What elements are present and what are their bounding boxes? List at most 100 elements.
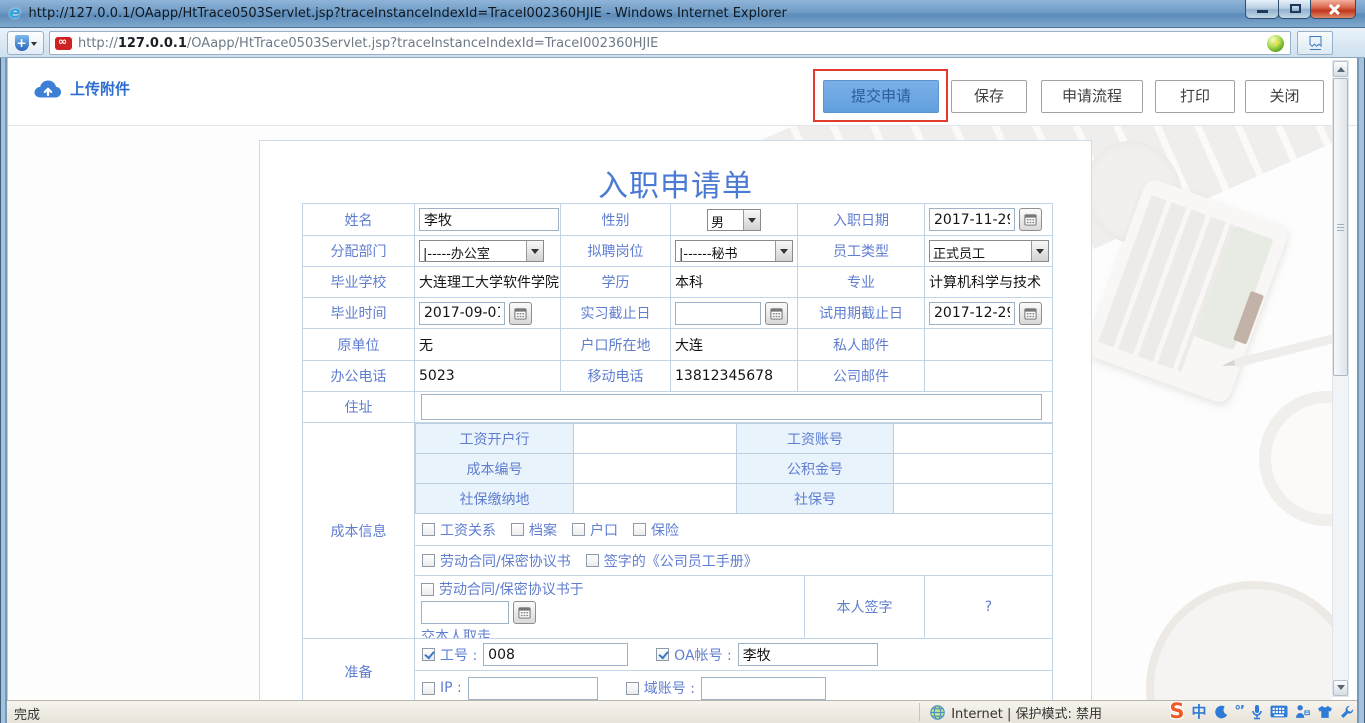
security-zone: Internet | 保护模式: 禁用: [919, 703, 1102, 721]
arrow-up-icon: [1337, 63, 1345, 72]
status-text: 完成: [14, 704, 40, 723]
agreement-checkbox[interactable]: [421, 583, 434, 596]
application-flow-button[interactable]: 申请流程: [1041, 80, 1143, 113]
salary-bank-label: 工资开户行: [416, 424, 574, 454]
personal-email-value: [925, 329, 1053, 361]
labor-contract-checkbox[interactable]: [422, 554, 435, 567]
insurance-checkbox[interactable]: [633, 523, 646, 536]
scroll-up-button[interactable]: [1333, 61, 1348, 77]
probation-deadline-cell: [925, 298, 1053, 329]
department-cell: |-----办公室: [415, 236, 561, 267]
oa-account-checkbox[interactable]: [656, 648, 669, 661]
domain-account-checkbox[interactable]: [626, 682, 639, 695]
oa-account-input[interactable]: [738, 643, 878, 666]
toolbox-wrench-icon[interactable]: [1340, 705, 1354, 719]
compatibility-view-button[interactable]: [1297, 31, 1333, 55]
punctuation-mode-icon[interactable]: °’: [1235, 704, 1244, 719]
ip-option[interactable]: IP :: [422, 680, 462, 696]
fund-number-input-cell[interactable]: [894, 454, 1053, 484]
url-field[interactable]: http://127.0.0.1/OAapp/HtTrace0503Servle…: [49, 31, 1291, 55]
labor-contract-option[interactable]: 劳动合同/保密协议书: [422, 551, 571, 571]
employee-no-input[interactable]: [483, 643, 628, 666]
agreement-cell: 劳动合同/保密协议书于 交本人取走: [415, 576, 805, 638]
salary-account-label: 工资账号: [737, 424, 894, 454]
hukou-checkbox[interactable]: [572, 523, 585, 536]
cloud-upload-icon: [33, 78, 63, 99]
domain-account-option[interactable]: 域账号 :: [626, 678, 695, 698]
ss-number-input-cell[interactable]: [894, 484, 1053, 514]
salary-relation-option[interactable]: 工资关系: [422, 520, 496, 540]
agreement-date-calendar-button[interactable]: [513, 601, 536, 624]
sogou-logo-icon[interactable]: S: [1169, 701, 1184, 722]
select-arrow-icon: [775, 241, 792, 261]
intern-deadline-cell: [671, 298, 798, 329]
employee-no-option[interactable]: 工号 :: [422, 645, 477, 665]
minimize-button[interactable]: [1245, 0, 1279, 19]
salary-bank-input-cell[interactable]: [574, 424, 737, 454]
skin-shirt-icon[interactable]: [1317, 705, 1333, 719]
archive-option[interactable]: 档案: [511, 520, 557, 540]
hire-date-input[interactable]: [929, 208, 1015, 231]
probation-deadline-calendar-button[interactable]: [1019, 302, 1042, 325]
safety-orb-icon[interactable]: [1267, 35, 1284, 52]
education-label: 学历: [561, 267, 671, 298]
maximize-button[interactable]: [1278, 0, 1311, 19]
upload-attachment-label: 上传附件: [70, 78, 130, 99]
cost-number-input-cell[interactable]: [574, 454, 737, 484]
save-button[interactable]: 保存: [951, 80, 1027, 113]
probation-deadline-input[interactable]: [929, 302, 1015, 325]
office-phone-label: 办公电话: [303, 361, 415, 392]
form-panel: 入职申请单 姓名 性别 男 入职日期 分配部门: [259, 140, 1092, 700]
close-page-button[interactable]: 关闭: [1245, 80, 1324, 113]
intern-deadline-input[interactable]: [675, 302, 761, 325]
agreement-date-input[interactable]: [421, 601, 509, 624]
address-input[interactable]: [421, 394, 1042, 420]
insurance-option[interactable]: 保险: [633, 520, 679, 540]
title-bar[interactable]: e http://127.0.0.1/OAapp/HtTrace0503Serv…: [0, 0, 1365, 28]
oa-account-option[interactable]: OA帐号 :: [656, 645, 732, 665]
handbook-option[interactable]: 签字的《公司员工手册》: [586, 551, 758, 571]
intern-deadline-calendar-button[interactable]: [765, 302, 788, 325]
salary-account-input-cell[interactable]: [894, 424, 1053, 454]
ip-checkbox[interactable]: [422, 682, 435, 695]
name-input[interactable]: [419, 208, 559, 231]
scroll-down-button[interactable]: [1333, 680, 1348, 696]
soft-keyboard-icon[interactable]: [1270, 705, 1288, 718]
upload-attachment-link[interactable]: 上传附件: [33, 78, 130, 99]
microphone-icon[interactable]: [1251, 704, 1263, 720]
employee-no-checkbox[interactable]: [422, 648, 435, 661]
moon-icon[interactable]: [1214, 705, 1228, 719]
hire-date-calendar-button[interactable]: [1019, 208, 1042, 231]
department-select[interactable]: |-----办公室: [419, 240, 544, 262]
prepare-row-1: 工号 : OA帐号 :: [415, 639, 1052, 671]
document-checkbox-row: 劳动合同/保密协议书 签字的《公司员工手册》: [415, 546, 1052, 576]
residence-label: 户口所在地: [561, 329, 671, 361]
signature-help-link[interactable]: ?: [925, 576, 1052, 638]
salary-relation-checkbox[interactable]: [422, 523, 435, 536]
vertical-scrollbar[interactable]: [1332, 60, 1349, 697]
personal-email-label: 私人邮件: [798, 329, 925, 361]
chinese-mode-icon[interactable]: 中: [1192, 701, 1207, 722]
scrollbar-thumb[interactable]: [1333, 78, 1348, 376]
input-assistant-icon[interactable]: [1295, 704, 1310, 719]
cost-section: 工资开户行 工资账号 成本编号 公积金号: [415, 423, 1053, 639]
position-select[interactable]: |------秘书: [675, 240, 793, 262]
cost-number-label: 成本编号: [416, 454, 574, 484]
graduation-date-calendar-button[interactable]: [509, 302, 532, 325]
hukou-option[interactable]: 户口: [572, 520, 618, 540]
favorites-add-button[interactable]: +: [7, 31, 44, 55]
graduation-date-input[interactable]: [419, 302, 505, 325]
form-title: 入职申请单: [260, 161, 1091, 205]
employee-type-cell: 正式员工: [925, 236, 1053, 267]
employee-type-select[interactable]: 正式员工: [929, 240, 1049, 262]
domain-account-input[interactable]: [701, 677, 826, 700]
minimize-icon: [1257, 10, 1268, 13]
ip-input[interactable]: [468, 677, 598, 700]
close-window-button[interactable]: [1310, 0, 1356, 19]
select-arrow-icon: [743, 210, 760, 230]
print-button[interactable]: 打印: [1155, 80, 1235, 113]
ss-place-input-cell[interactable]: [574, 484, 737, 514]
gender-select[interactable]: 男: [707, 209, 761, 231]
handbook-checkbox[interactable]: [586, 554, 599, 567]
archive-checkbox[interactable]: [511, 523, 524, 536]
